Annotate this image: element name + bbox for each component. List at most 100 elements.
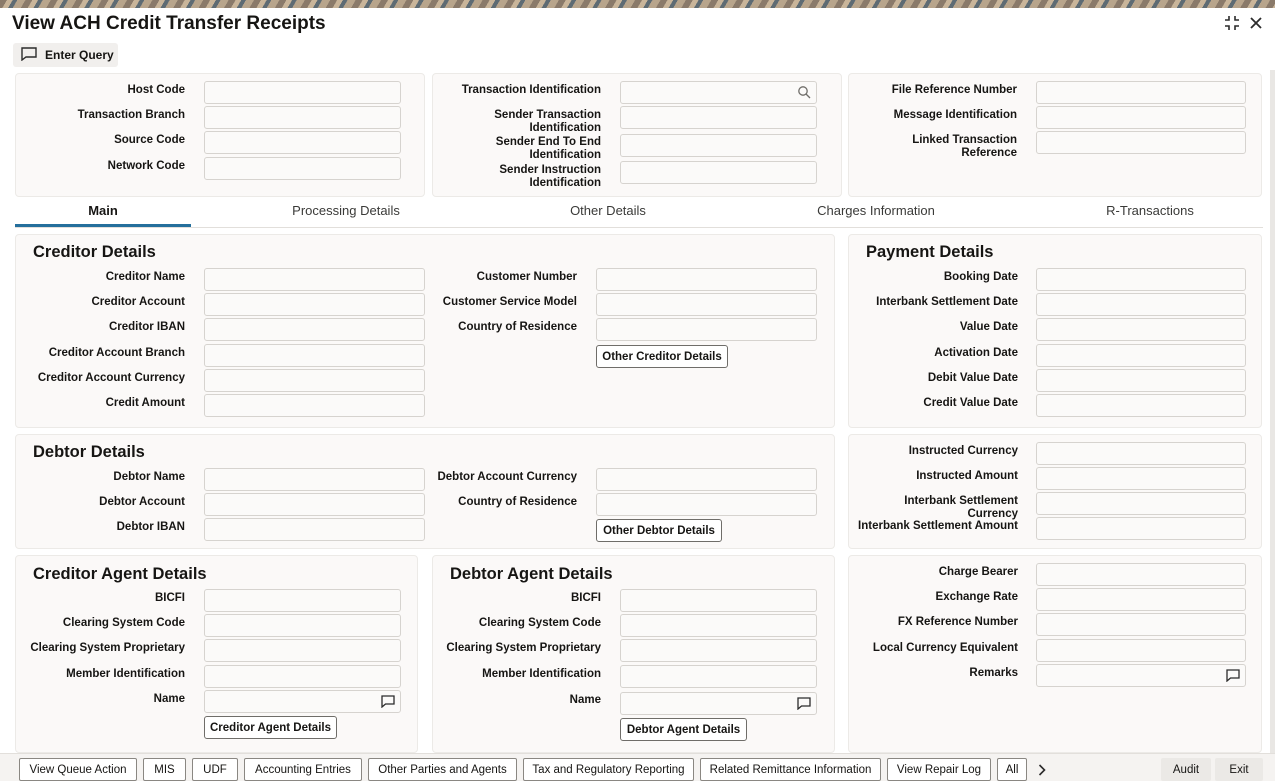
source-code-field[interactable]: [204, 131, 401, 154]
debtor-account-field[interactable]: [204, 493, 425, 516]
creditor-account-branch-field[interactable]: [204, 344, 425, 367]
customer-service-model-field[interactable]: [596, 293, 817, 316]
creditor-agent-clearing-system-code-field[interactable]: [204, 614, 401, 637]
credit-value-date-field[interactable]: [1036, 394, 1246, 417]
transaction-identification-field[interactable]: [620, 81, 817, 104]
debtor-account-label: Debtor Account: [99, 496, 185, 508]
interbank-settlement-date-field[interactable]: [1036, 293, 1246, 316]
fx-reference-number-field[interactable]: [1036, 613, 1246, 636]
creditor-account-field[interactable]: [204, 293, 425, 316]
sender-end-to-end-identification-field[interactable]: [620, 134, 817, 157]
creditor-agent-member-identification-field[interactable]: [204, 665, 401, 688]
creditor-agent-name-field[interactable]: [204, 690, 401, 713]
creditor-iban-field[interactable]: [204, 318, 425, 341]
charge-bearer-label: Charge Bearer: [938, 566, 1018, 578]
debtor-name-label: Debtor Name: [113, 471, 185, 483]
tab-divider: [15, 227, 1263, 228]
debtor-name-field[interactable]: [204, 468, 425, 491]
chat-icon: [21, 46, 37, 64]
udf-button[interactable]: UDF: [192, 758, 238, 781]
linked-transaction-reference-field[interactable]: [1036, 131, 1246, 154]
debtor-agent-clearing-system-code-field[interactable]: [620, 614, 817, 637]
related-remittance-information-button[interactable]: Related Remittance Information: [700, 758, 881, 781]
network-code-field[interactable]: [204, 157, 401, 180]
chevron-right-icon[interactable]: [1033, 758, 1051, 781]
creditor-agent-title: Creditor Agent Details: [33, 565, 207, 583]
debtor-agent-member-identification-field[interactable]: [620, 665, 817, 688]
creditor-name-field[interactable]: [204, 268, 425, 291]
booking-date-field[interactable]: [1036, 268, 1246, 291]
instructed-currency-field[interactable]: [1036, 442, 1246, 465]
other-creditor-details-button[interactable]: Other Creditor Details: [596, 345, 728, 368]
debtor-agent-clearing-system-proprietary-field[interactable]: [620, 639, 817, 662]
tab-charges-information[interactable]: Charges Information: [788, 203, 964, 218]
creditor-details-title: Creditor Details: [33, 243, 156, 261]
creditor-agent-clearing-system-proprietary-field[interactable]: [204, 639, 401, 662]
debtor-agent-clearing-system-proprietary-label: Clearing System Proprietary: [446, 642, 601, 654]
debtor-iban-field[interactable]: [204, 518, 425, 541]
other-parties-and-agents-button[interactable]: Other Parties and Agents: [368, 758, 517, 781]
search-icon[interactable]: [797, 85, 811, 99]
interbank-settlement-currency-field[interactable]: [1036, 492, 1246, 515]
exchange-rate-field[interactable]: [1036, 588, 1246, 611]
customer-number-field[interactable]: [596, 268, 817, 291]
chat-icon[interactable]: [1226, 669, 1240, 683]
tab-active-indicator: [15, 224, 191, 227]
all-button[interactable]: All: [997, 758, 1027, 781]
scrollbar[interactable]: [1270, 70, 1275, 753]
creditor-account-currency-field[interactable]: [204, 369, 425, 392]
transaction-branch-field[interactable]: [204, 106, 401, 129]
local-currency-equivalent-field[interactable]: [1036, 639, 1246, 662]
sender-instruction-identification-field[interactable]: [620, 161, 817, 184]
credit-amount-field[interactable]: [204, 394, 425, 417]
payment-details-title: Payment Details: [866, 243, 994, 261]
tab-other-details[interactable]: Other Details: [520, 203, 696, 218]
top-banner: [0, 0, 1275, 8]
host-code-field[interactable]: [204, 81, 401, 104]
mis-button[interactable]: MIS: [143, 758, 186, 781]
tab-main[interactable]: Main: [15, 203, 191, 218]
debtor-country-of-residence-label: Country of Residence: [458, 496, 577, 508]
accounting-entries-button[interactable]: Accounting Entries: [244, 758, 362, 781]
view-queue-action-button[interactable]: View Queue Action: [19, 758, 137, 781]
transaction-branch-label: Transaction Branch: [77, 109, 185, 121]
debit-value-date-field[interactable]: [1036, 369, 1246, 392]
debtor-agent-name-field[interactable]: [620, 692, 817, 715]
tab-processing-details[interactable]: Processing Details: [258, 203, 434, 218]
creditor-name-label: Creditor Name: [105, 271, 185, 283]
debtor-agent-member-identification-label: Member Identification: [482, 668, 601, 680]
debtor-account-currency-field[interactable]: [596, 468, 817, 491]
chat-icon[interactable]: [797, 697, 811, 711]
instructed-amount-field[interactable]: [1036, 467, 1246, 490]
exit-button[interactable]: Exit: [1215, 758, 1263, 781]
message-identification-field[interactable]: [1036, 106, 1246, 129]
creditor-agent-bicfi-field[interactable]: [204, 589, 401, 612]
other-debtor-details-button[interactable]: Other Debtor Details: [596, 519, 722, 542]
remarks-field[interactable]: [1036, 664, 1246, 687]
close-icon[interactable]: [1246, 14, 1266, 34]
creditor-agent-details-button[interactable]: Creditor Agent Details: [204, 716, 337, 739]
debtor-agent-name-label: Name: [569, 694, 601, 706]
debtor-agent-clearing-system-code-label: Clearing System Code: [478, 617, 601, 629]
view-repair-log-button[interactable]: View Repair Log: [887, 758, 991, 781]
sender-transaction-identification-field[interactable]: [620, 106, 817, 129]
debtor-country-of-residence-field[interactable]: [596, 493, 817, 516]
debtor-agent-bicfi-field[interactable]: [620, 589, 817, 612]
interbank-settlement-amount-field[interactable]: [1036, 517, 1246, 540]
audit-button[interactable]: Audit: [1161, 758, 1211, 781]
tax-and-regulatory-reporting-button[interactable]: Tax and Regulatory Reporting: [523, 758, 694, 781]
charge-bearer-field[interactable]: [1036, 563, 1246, 586]
linked-transaction-reference-label: Linked Transaction Reference: [912, 134, 1017, 159]
chat-icon[interactable]: [381, 695, 395, 709]
value-date-field[interactable]: [1036, 318, 1246, 341]
minimize-icon[interactable]: [1222, 14, 1242, 34]
activation-date-field[interactable]: [1036, 344, 1246, 367]
message-identification-label: Message Identification: [893, 109, 1017, 121]
debtor-agent-details-button[interactable]: Debtor Agent Details: [620, 718, 747, 741]
file-reference-number-field[interactable]: [1036, 81, 1246, 104]
booking-date-label: Booking Date: [943, 271, 1018, 283]
enter-query-button[interactable]: Enter Query: [13, 43, 118, 67]
interbank-settlement-currency-label: Interbank Settlement Currency: [904, 495, 1018, 520]
country-of-residence-field[interactable]: [596, 318, 817, 341]
tab-r-transactions[interactable]: R-Transactions: [1062, 203, 1238, 218]
